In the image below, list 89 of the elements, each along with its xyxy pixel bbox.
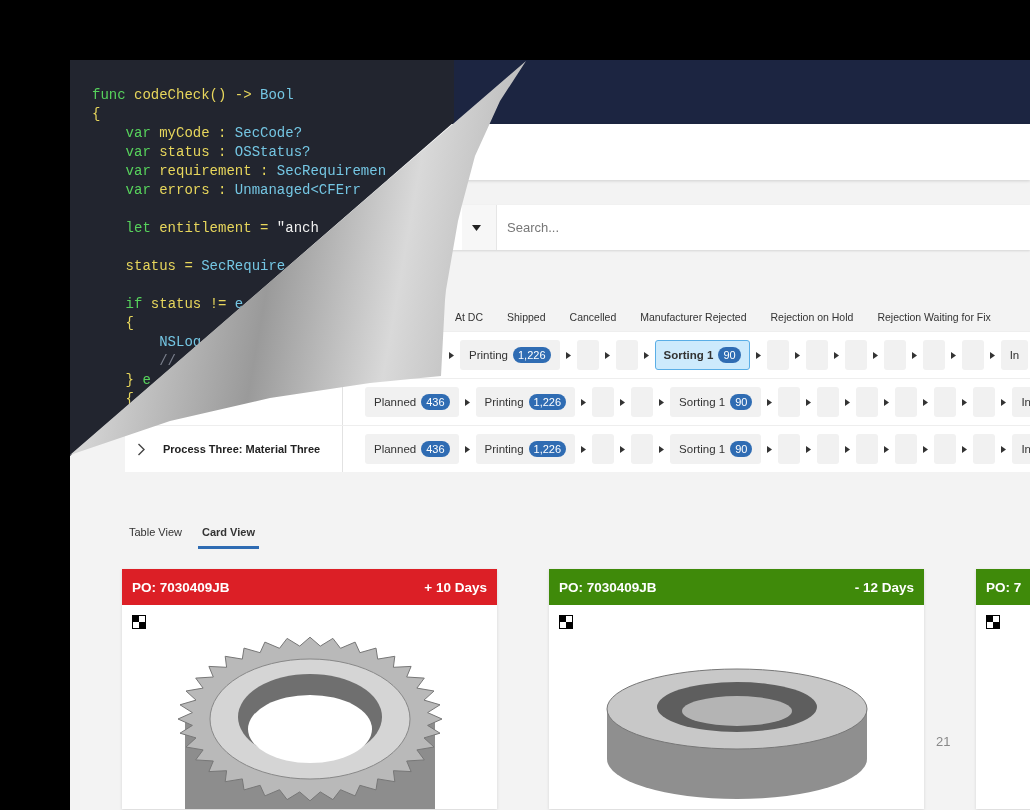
arrow-icon <box>872 351 878 359</box>
order-card[interactable]: PO: 7030409JB - 12 Days <box>549 569 924 809</box>
code-line: status = SecRequire <box>124 258 286 274</box>
code-line: var errors : Unmanaged<CFErr <box>124 182 361 198</box>
stage-column-header[interactable]: Rejection Waiting for Fix <box>877 311 991 331</box>
count-badge: 90 <box>718 347 741 363</box>
arrow-icon <box>464 445 470 453</box>
arrow-icon <box>581 445 587 453</box>
stage-chip[interactable]: In <box>1000 340 1029 370</box>
code-line: } e <box>124 372 151 388</box>
arrow-icon <box>923 445 929 453</box>
stage-column-header[interactable]: At DC <box>455 311 483 331</box>
arrow-icon <box>806 445 812 453</box>
arrow-icon <box>755 351 761 359</box>
arrow-icon <box>1001 445 1007 453</box>
arrow-icon <box>833 351 839 359</box>
view-tab[interactable]: Card View <box>198 520 259 549</box>
arrow-icon <box>962 398 968 406</box>
arrow-icon <box>767 445 773 453</box>
days-label: + 10 Days <box>424 579 487 595</box>
stage-chip[interactable]: Sorting 1 90 <box>654 340 750 370</box>
code-line: func codeCheck() -> Bool <box>92 87 294 103</box>
arrow-icon <box>767 398 773 406</box>
days-label: - 12 Days <box>854 579 914 595</box>
stage-column-header[interactable]: Manufacturer Rejected <box>640 311 747 331</box>
arrow-icon <box>794 351 800 359</box>
stage-chip[interactable]: Planned 436 <box>365 387 459 417</box>
filter-dropdown[interactable] <box>462 205 497 250</box>
code-line: var myCode : SecCode? <box>124 125 303 141</box>
count-badge: 436 <box>421 394 450 410</box>
stage-chip[interactable]: In <box>1012 387 1030 417</box>
code-line: var status : OSStatus? <box>124 144 311 160</box>
stage-chip[interactable]: Sorting 1 90 <box>670 387 762 417</box>
count-badge: 436 <box>421 441 450 457</box>
count-badge: 90 <box>730 394 753 410</box>
order-card[interactable]: PO: 7 <box>976 569 1030 809</box>
stage-column-header[interactable]: Cancelled <box>569 311 617 331</box>
page-number: 21 <box>936 734 951 749</box>
po-number: PO: 7030409JB <box>559 579 657 595</box>
arrow-icon <box>962 445 968 453</box>
po-number: PO: 7 <box>986 579 1022 595</box>
arrow-icon <box>659 445 665 453</box>
count-badge: 1,226 <box>528 441 567 457</box>
search-field[interactable]: Search... <box>497 205 1030 250</box>
stage-chip[interactable]: Sorting 1 90 <box>670 434 762 464</box>
stage-chip[interactable]: Printing 1,226 <box>475 434 576 464</box>
arrow-icon <box>989 351 995 359</box>
arrow-icon <box>950 351 956 359</box>
stage-chip[interactable]: Printing 1,226 <box>475 387 576 417</box>
stage-column-header[interactable]: Rejection on Hold <box>770 311 854 331</box>
arrow-icon <box>911 351 917 359</box>
process-name: Process Three: Material Three <box>163 443 321 455</box>
code-line: // <box>158 353 176 369</box>
arrow-icon <box>643 351 649 359</box>
arrow-icon <box>806 398 812 406</box>
order-card[interactable]: PO: 7030409JB + 10 Days <box>122 569 497 809</box>
checker-icon <box>132 615 146 629</box>
code-line: let entitlement = "anch <box>124 220 319 236</box>
stage-column-header[interactable]: Shipped <box>507 311 546 331</box>
stage-chip[interactable]: Planned 436 <box>365 434 459 464</box>
arrow-icon <box>884 445 890 453</box>
count-badge: 1,226 <box>528 394 567 410</box>
stage-chip[interactable]: Printing 1,226 <box>460 340 560 370</box>
checker-icon <box>559 615 573 629</box>
code-line: { <box>92 106 101 122</box>
arrow-icon <box>620 445 626 453</box>
arrow-icon <box>884 398 890 406</box>
arrow-icon <box>845 398 851 406</box>
arrow-icon <box>604 351 610 359</box>
po-number: PO: 7030409JB <box>132 579 230 595</box>
checker-icon <box>986 615 1000 629</box>
stage-chip[interactable]: In <box>1012 434 1030 464</box>
chevron-icon[interactable] <box>137 442 146 456</box>
arrow-icon <box>565 351 571 359</box>
arrow-icon <box>1001 398 1007 406</box>
count-badge: 1,226 <box>513 347 551 363</box>
arrow-icon <box>581 398 587 406</box>
arrow-icon <box>464 398 470 406</box>
arrow-icon <box>449 351 454 359</box>
arrow-icon <box>659 398 665 406</box>
arrow-icon <box>845 445 851 453</box>
code-line: if status != e <box>124 296 244 312</box>
caret-icon <box>472 224 481 231</box>
view-tab[interactable]: Table View <box>125 520 186 549</box>
code-line: var requirement : SecRequiremen <box>124 163 387 179</box>
code-line: { <box>124 315 134 331</box>
arrow-icon <box>923 398 929 406</box>
arrow-icon <box>620 398 626 406</box>
count-badge: 90 <box>730 441 753 457</box>
